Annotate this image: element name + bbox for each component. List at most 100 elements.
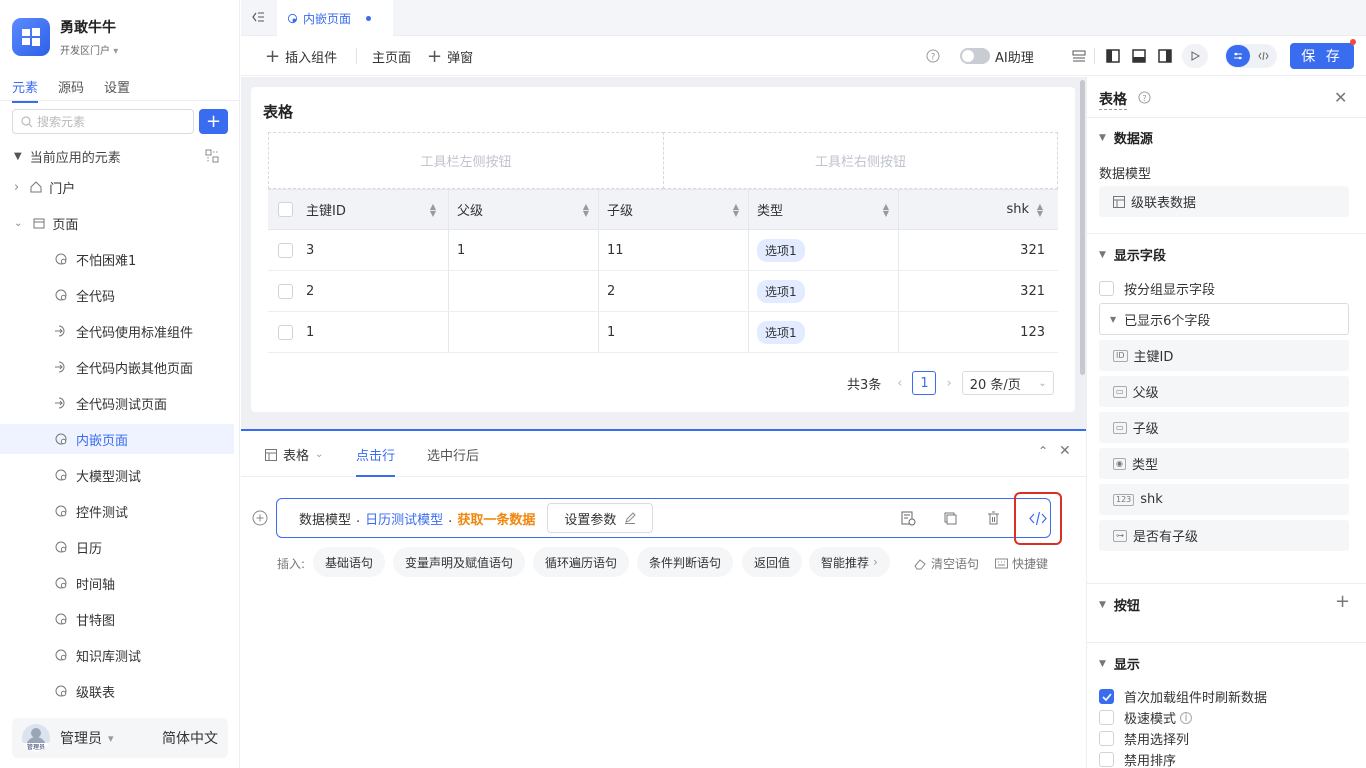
field-item[interactable]: ID 主键ID: [1099, 340, 1349, 371]
tree-node-page[interactable]: 大模型测试: [0, 460, 234, 490]
next-page-icon[interactable]: ›: [946, 376, 951, 391]
toolbar-right-slot[interactable]: 工具栏右侧按钮: [663, 132, 1058, 189]
tree-node-page[interactable]: 日历: [0, 532, 234, 562]
add-statement-icon[interactable]: [252, 510, 268, 526]
row-checkbox[interactable]: [278, 283, 293, 299]
row-checkbox[interactable]: [278, 242, 293, 258]
sort-icon[interactable]: ▲ ▼: [583, 202, 589, 217]
code-view-icon[interactable]: [1029, 511, 1047, 526]
tree-node-page[interactable]: 控件测试: [0, 496, 234, 526]
main-page-button[interactable]: 主页面: [372, 36, 411, 76]
copy-icon[interactable]: [944, 512, 957, 525]
tree-node-page[interactable]: 时间轴: [0, 568, 234, 598]
locate-icon[interactable]: [205, 149, 219, 163]
column-header-parent[interactable]: 父级 ▲ ▼: [457, 190, 599, 229]
column-header-type[interactable]: 类型 ▲ ▼: [757, 190, 899, 229]
group-display-option[interactable]: 按分组显示字段: [1099, 279, 1215, 298]
field-item[interactable]: ◉ 类型: [1099, 448, 1349, 479]
tab-click-row[interactable]: 点击行: [356, 445, 396, 477]
smart-recommend-button[interactable]: 智能推荐 ›: [809, 547, 890, 577]
panel-left-icon[interactable]: [1106, 49, 1120, 63]
option-checkbox[interactable]: [1099, 710, 1114, 725]
column-header-id[interactable]: 主键ID ▲ ▼: [306, 190, 446, 229]
option-checkbox[interactable]: [1099, 689, 1114, 704]
section-buttons[interactable]: ▼ 按钮: [1099, 595, 1140, 614]
tree-node-page[interactable]: 内嵌页面: [0, 424, 234, 454]
tree-node-page[interactable]: 全代码使用标准组件: [0, 316, 234, 346]
column-header-shk[interactable]: shk ▲ ▼: [908, 190, 1053, 229]
close-panel-icon[interactable]: ✕: [1059, 443, 1071, 459]
display-option[interactable]: 禁用选择列: [1099, 729, 1189, 748]
language-switch[interactable]: 简体中文: [162, 728, 218, 748]
prev-page-icon[interactable]: ‹: [897, 376, 902, 391]
table-row[interactable]: 1 1 选项1 123: [268, 312, 1058, 353]
collapse-sidebar-icon[interactable]: [251, 10, 265, 24]
add-element-button[interactable]: +: [199, 109, 228, 134]
canvas-scrollbar[interactable]: [1080, 80, 1085, 375]
ai-assistant-toggle[interactable]: AI助理: [960, 36, 1034, 76]
sort-icon[interactable]: ▲ ▼: [430, 202, 436, 217]
section-datasource[interactable]: ▼ 数据源: [1099, 128, 1153, 147]
info-icon[interactable]: i: [1180, 711, 1193, 724]
user-name[interactable]: 管理员: [60, 728, 102, 748]
tab-embedded-page[interactable]: 内嵌页面: [277, 0, 393, 36]
expr-action[interactable]: 获取一条数据: [457, 509, 535, 528]
table-row[interactable]: 3 1 11 选项1 321: [268, 230, 1058, 271]
section-current-app[interactable]: ▼ 当前应用的元素: [0, 141, 234, 171]
field-item[interactable]: ⊶ 是否有子级: [1099, 520, 1349, 551]
tree-node-page[interactable]: 全代码内嵌其他页面: [0, 352, 234, 382]
panel-right-icon[interactable]: [1158, 49, 1172, 63]
page-size-select[interactable]: 20 条/页 ⌄: [961, 371, 1054, 395]
insert-loop-statement-button[interactable]: 循环遍历语句: [533, 547, 630, 577]
add-button-icon[interactable]: +: [1335, 591, 1350, 612]
help-icon[interactable]: ?: [1138, 91, 1151, 104]
insert-condition-statement-button[interactable]: 条件判断语句: [637, 547, 734, 577]
section-display[interactable]: ▼ 显示: [1099, 654, 1140, 673]
group-display-checkbox[interactable]: [1099, 281, 1114, 296]
portal-switcher[interactable]: 开发区门户 ▾: [60, 42, 118, 57]
tree-node-pages[interactable]: ⌄ 页面: [0, 208, 234, 238]
shown-fields-toggle[interactable]: ▼ 已显示6个字段: [1099, 303, 1349, 335]
option-checkbox[interactable]: [1099, 752, 1114, 767]
insert-return-button[interactable]: 返回值: [742, 547, 803, 577]
insert-component-button[interactable]: + 插入组件: [265, 36, 337, 76]
field-item[interactable]: 123 shk: [1099, 484, 1349, 515]
column-header-child[interactable]: 子级 ▲ ▼: [607, 190, 749, 229]
help-icon[interactable]: ?: [926, 36, 940, 76]
search-input[interactable]: 搜索元素: [12, 109, 194, 134]
statement-editor[interactable]: 数据模型 . 日历测试模型 . 获取一条数据 设置参数: [276, 492, 1062, 545]
preview-button[interactable]: [1182, 44, 1208, 68]
shortcut-button[interactable]: 快捷键: [995, 555, 1048, 572]
sort-icon[interactable]: ▲ ▼: [883, 202, 889, 217]
save-button[interactable]: 保 存: [1290, 43, 1354, 69]
display-option[interactable]: 禁用排序: [1099, 750, 1176, 768]
display-option[interactable]: 极速模式 i: [1099, 708, 1193, 727]
sort-icon[interactable]: ▲ ▼: [1037, 202, 1043, 217]
delete-icon[interactable]: [987, 511, 1000, 525]
tree-node-portal[interactable]: › 门户: [0, 172, 234, 202]
close-panel-icon[interactable]: ✕: [1334, 88, 1347, 107]
tree-node-page[interactable]: 全代码: [0, 280, 234, 310]
toolbar-left-slot[interactable]: 工具栏左侧按钮: [268, 132, 664, 189]
table-component[interactable]: 表格 工具栏左侧按钮 工具栏右侧按钮 主键ID ▲ ▼ 父级 ▲ ▼ 子级 ▲ ▼ 类型 ▲ ▼…: [251, 87, 1075, 412]
section-display-fields[interactable]: ▼ 显示字段: [1099, 245, 1166, 264]
set-params-button[interactable]: 设置参数: [547, 503, 654, 533]
sort-icon[interactable]: ▲ ▼: [733, 202, 739, 217]
table-row[interactable]: 2 2 选项1 321: [268, 271, 1058, 312]
display-option[interactable]: 首次加载组件时刷新数据: [1099, 687, 1267, 706]
tree-node-page[interactable]: 不怕困难1: [0, 244, 234, 274]
component-select[interactable]: 表格 ⌄: [265, 445, 323, 464]
tree-node-page[interactable]: 甘特图: [0, 604, 234, 634]
insert-variable-statement-button[interactable]: 变量声明及赋值语句: [393, 547, 526, 577]
row-checkbox[interactable]: [278, 324, 293, 340]
model-select[interactable]: 级联表数据: [1099, 186, 1349, 217]
tree-node-page[interactable]: 级联表: [0, 676, 234, 706]
tab-after-select-row[interactable]: 选中行后: [427, 445, 479, 464]
select-all-checkbox[interactable]: [278, 202, 293, 217]
data-source-icon[interactable]: [901, 511, 916, 526]
layout-top-icon[interactable]: [1072, 50, 1086, 62]
tree-node-page[interactable]: 全代码测试页面: [0, 388, 234, 418]
field-item[interactable]: ▭ 子级: [1099, 412, 1349, 443]
page-number[interactable]: 1: [912, 371, 937, 395]
option-checkbox[interactable]: [1099, 731, 1114, 746]
